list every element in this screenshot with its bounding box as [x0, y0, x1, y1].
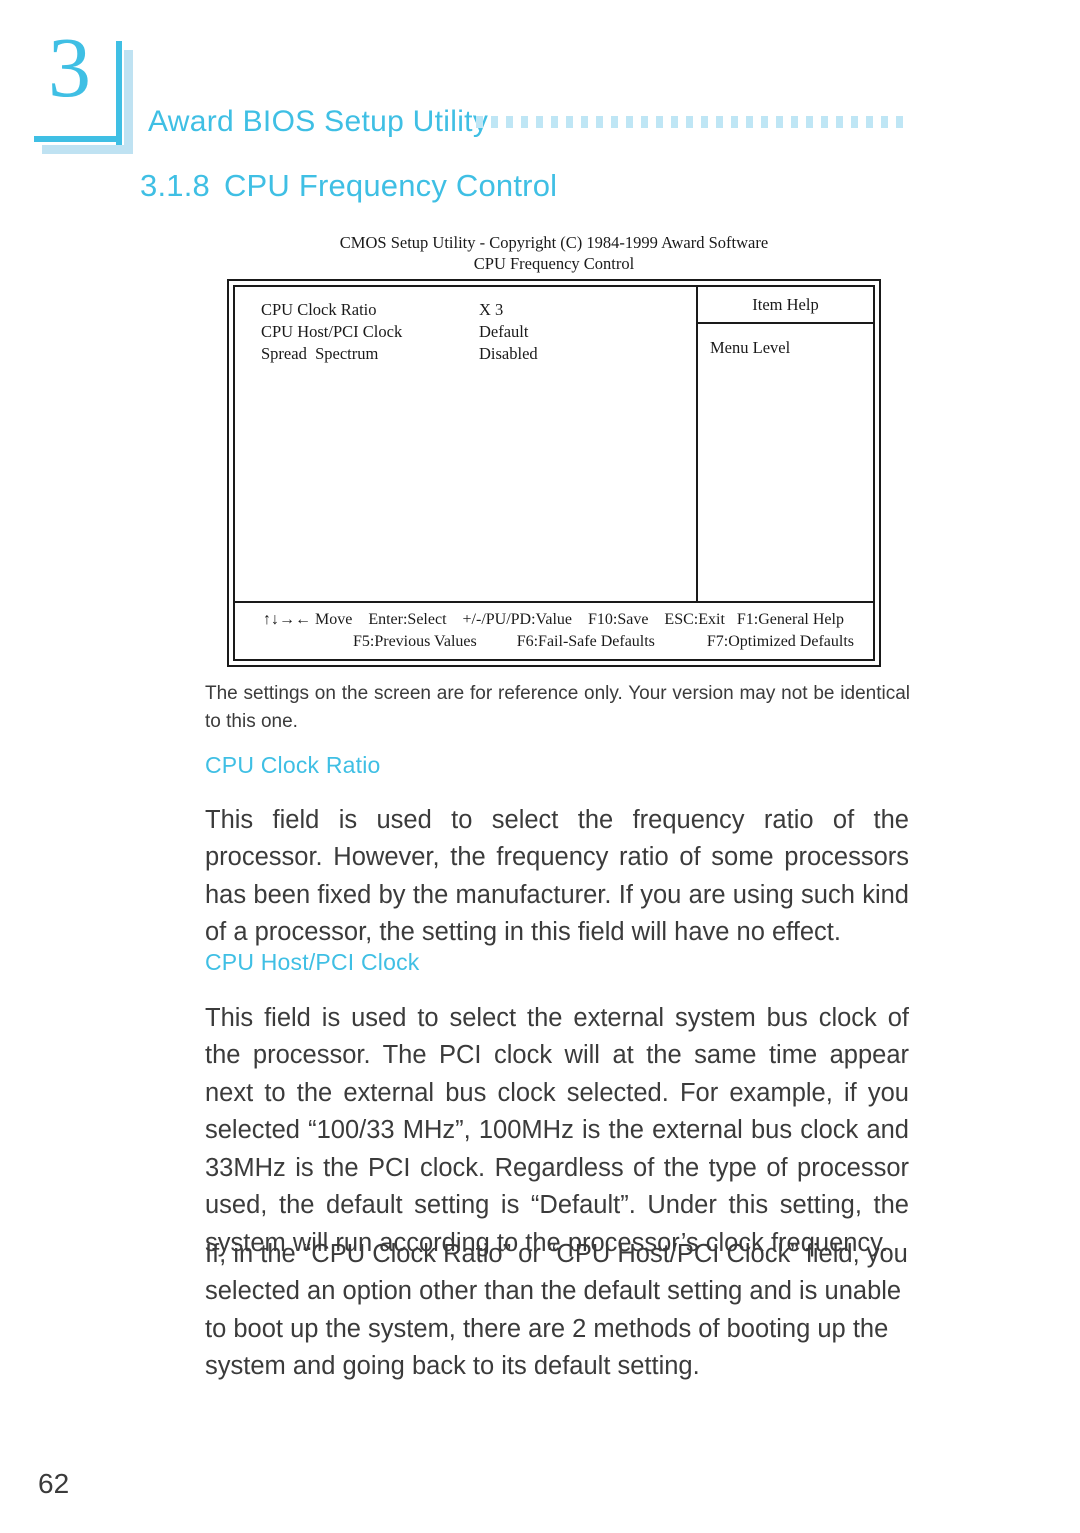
dotted-rule-square	[596, 116, 603, 128]
dotted-rule-square	[866, 116, 873, 128]
subheading-cpu-host-pci-clock: CPU Host/PCI Clock	[205, 949, 420, 975]
dotted-rule-decoration	[476, 116, 914, 128]
dotted-rule-square	[776, 116, 783, 128]
paragraph-cpu-host-pci-clock: This field is used to select the externa…	[205, 1004, 909, 1257]
chapter-marker: 3	[34, 24, 162, 154]
bios-screen-titles: CMOS Setup Utility - Copyright (C) 1984-…	[227, 232, 881, 274]
bios-item-help-title: Item Help	[698, 287, 873, 325]
bios-settings-list: CPU Clock Ratio X 3 CPU Host/PCI Clock D…	[235, 287, 696, 601]
dotted-rule-square	[761, 116, 768, 128]
dotted-rule-square	[656, 116, 663, 128]
chapter-marker-rule-vertical	[116, 41, 122, 145]
dotted-rule-square	[491, 116, 498, 128]
dotted-rule-square	[881, 116, 888, 128]
subheading-cpu-clock-ratio: CPU Clock Ratio	[205, 752, 381, 778]
bios-outer-frame: CPU Clock Ratio X 3 CPU Host/PCI Clock D…	[227, 279, 881, 668]
dotted-rule-square	[626, 116, 633, 128]
bios-screen-figure: CMOS Setup Utility - Copyright (C) 1984-…	[227, 232, 881, 668]
dotted-rule-square	[551, 116, 558, 128]
dotted-rule-square	[701, 116, 708, 128]
running-head: Award BIOS Setup Utility	[148, 105, 488, 139]
bios-menu-level-label: Menu Level	[710, 338, 791, 358]
dotted-rule-square	[806, 116, 813, 128]
paragraph-boot-methods: If, in the “CPU Clock Ratio” or “CPU Hos…	[205, 1240, 908, 1381]
dotted-rule-square	[836, 116, 843, 128]
bios-key-legend-line-2: F5:Previous Values F6:Fail-Safe Defaults…	[353, 632, 854, 650]
bios-setting-row[interactable]: CPU Clock Ratio X 3	[261, 299, 696, 321]
dotted-rule-square	[746, 116, 753, 128]
section-heading: 3.1.8 CPU Frequency Control	[140, 168, 557, 204]
chapter-marker-rule-horizontal	[34, 136, 122, 142]
dotted-rule-square	[686, 116, 693, 128]
dotted-rule-square	[731, 116, 738, 128]
dotted-rule-square	[536, 116, 543, 128]
paragraph-cpu-clock-ratio: This field is used to select the frequen…	[205, 806, 909, 947]
bios-setting-value: Default	[479, 322, 529, 342]
bios-setting-row[interactable]: CPU Host/PCI Clock Default	[261, 321, 696, 343]
bios-title-line-1: CMOS Setup Utility - Copyright (C) 1984-…	[339, 233, 769, 252]
bios-body: CPU Clock Ratio X 3 CPU Host/PCI Clock D…	[235, 287, 873, 602]
figure-caption: The settings on the screen are for refer…	[205, 683, 910, 732]
dotted-rule-square	[641, 116, 648, 128]
dotted-rule-square	[896, 116, 903, 128]
bios-title-line-2: CPU Frequency Control	[473, 254, 635, 274]
bios-setting-label: CPU Clock Ratio	[261, 300, 377, 320]
chapter-number: 3	[48, 19, 91, 115]
dotted-rule-square	[581, 116, 588, 128]
dotted-rule-square	[851, 116, 858, 128]
bios-inner-frame: CPU Clock Ratio X 3 CPU Host/PCI Clock D…	[233, 285, 875, 662]
bios-setting-value: X 3	[479, 300, 504, 320]
dotted-rule-square	[611, 116, 618, 128]
running-head-title: Award BIOS Setup Utility	[148, 105, 489, 138]
chapter-marker-shadow-horizontal	[42, 145, 133, 154]
bios-setting-value: Disabled	[479, 344, 538, 364]
bios-setting-row[interactable]: Spread Spectrum Disabled	[261, 343, 696, 365]
bios-key-legend-line-1: ↑↓→← Move Enter:Select +/-/PU/PD:Value F…	[263, 611, 844, 629]
bios-item-help-panel: Item Help Menu Level	[696, 287, 873, 602]
bios-setting-label: Spread Spectrum	[261, 344, 379, 364]
dotted-rule-square	[791, 116, 798, 128]
chapter-marker-shadow-vertical	[124, 50, 133, 154]
bios-setting-label: CPU Host/PCI Clock	[261, 322, 403, 342]
dotted-rule-square	[716, 116, 723, 128]
section-number: 3.1.8	[140, 168, 210, 203]
dotted-rule-square	[566, 116, 573, 128]
dotted-rule-square	[476, 116, 483, 128]
dotted-rule-square	[506, 116, 513, 128]
dotted-rule-square	[821, 116, 828, 128]
section-title: CPU Frequency Control	[223, 168, 558, 203]
page-number: 62	[38, 1468, 70, 1499]
dotted-rule-square	[521, 116, 528, 128]
dotted-rule-square	[671, 116, 678, 128]
bios-key-legend: ↑↓→← Move Enter:Select +/-/PU/PD:Value F…	[235, 601, 873, 659]
